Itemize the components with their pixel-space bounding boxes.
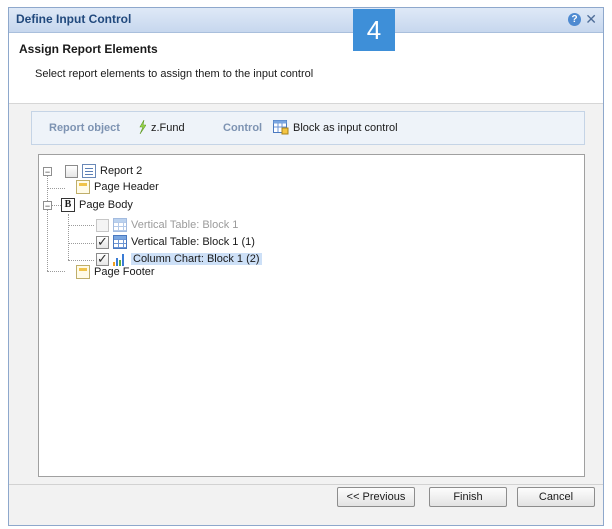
block-checkbox[interactable]: [96, 234, 109, 250]
dimension-icon: [138, 119, 147, 137]
close-icon[interactable]: ✕: [585, 11, 597, 28]
report-object-label: Report object: [49, 122, 120, 134]
help-icon[interactable]: ?: [568, 13, 581, 26]
page-body-icon: B: [61, 198, 75, 212]
report-label: Report 2: [100, 165, 143, 177]
report-document-icon: [82, 164, 96, 178]
block-control-icon: [273, 120, 289, 138]
tree-node-page-footer[interactable]: Page Footer: [76, 265, 155, 279]
cancel-button[interactable]: Cancel: [517, 487, 595, 507]
input-control-summary: Report object z.Fund Control Block as in…: [31, 111, 585, 145]
page-title: Assign Report Elements: [19, 42, 158, 56]
previous-button[interactable]: << Previous: [337, 487, 415, 507]
block-checkbox: [96, 218, 109, 232]
tree-node-page-body[interactable]: B Page Body: [61, 198, 133, 212]
footer-divider: [9, 484, 603, 485]
title-bar: Define Input Control ? ✕: [9, 8, 603, 33]
tree-node-block[interactable]: Column Chart: Block 1 (2): [96, 251, 262, 267]
report-object-value: z.Fund: [151, 122, 185, 134]
collapse-report-icon[interactable]: −: [43, 167, 52, 177]
dialog-title: Define Input Control: [16, 12, 132, 26]
vertical-table-icon: [113, 218, 127, 232]
block-label: Vertical Table: Block 1 (1): [131, 236, 255, 248]
block-label: Column Chart: Block 1 (2): [131, 253, 262, 265]
control-value: Block as input control: [293, 122, 398, 134]
tree-node-page-header[interactable]: Page Header: [76, 180, 159, 194]
page-description: Select report elements to assign them to…: [35, 68, 314, 80]
page-body-label: Page Body: [79, 199, 133, 211]
collapse-page-body-icon[interactable]: −: [43, 201, 52, 211]
page-footer-icon: [76, 265, 90, 279]
block-label: Vertical Table: Block 1: [131, 219, 239, 231]
block-checkbox[interactable]: [96, 251, 109, 267]
page-header-label: Page Header: [94, 181, 159, 193]
wizard-header: Assign Report Elements Select report ele…: [9, 33, 603, 104]
finish-button[interactable]: Finish: [429, 487, 507, 507]
tree-node-block[interactable]: Vertical Table: Block 1 (1): [96, 234, 255, 250]
column-chart-icon: [113, 252, 127, 266]
report-checkbox[interactable]: [65, 164, 78, 178]
page-header-icon: [76, 180, 90, 194]
control-label: Control: [223, 122, 263, 134]
tree-node-block: Vertical Table: Block 1: [96, 218, 238, 232]
vertical-table-icon: [113, 235, 127, 249]
define-input-control-dialog: Define Input Control ? ✕ Assign Report E…: [8, 7, 604, 526]
tree-node-report[interactable]: Report 2: [65, 164, 142, 178]
page-footer-label: Page Footer: [94, 266, 155, 278]
step-number-badge: 4: [353, 9, 395, 51]
report-elements-tree: − Report 2 Page Header − B Page Body Ver…: [38, 154, 585, 477]
